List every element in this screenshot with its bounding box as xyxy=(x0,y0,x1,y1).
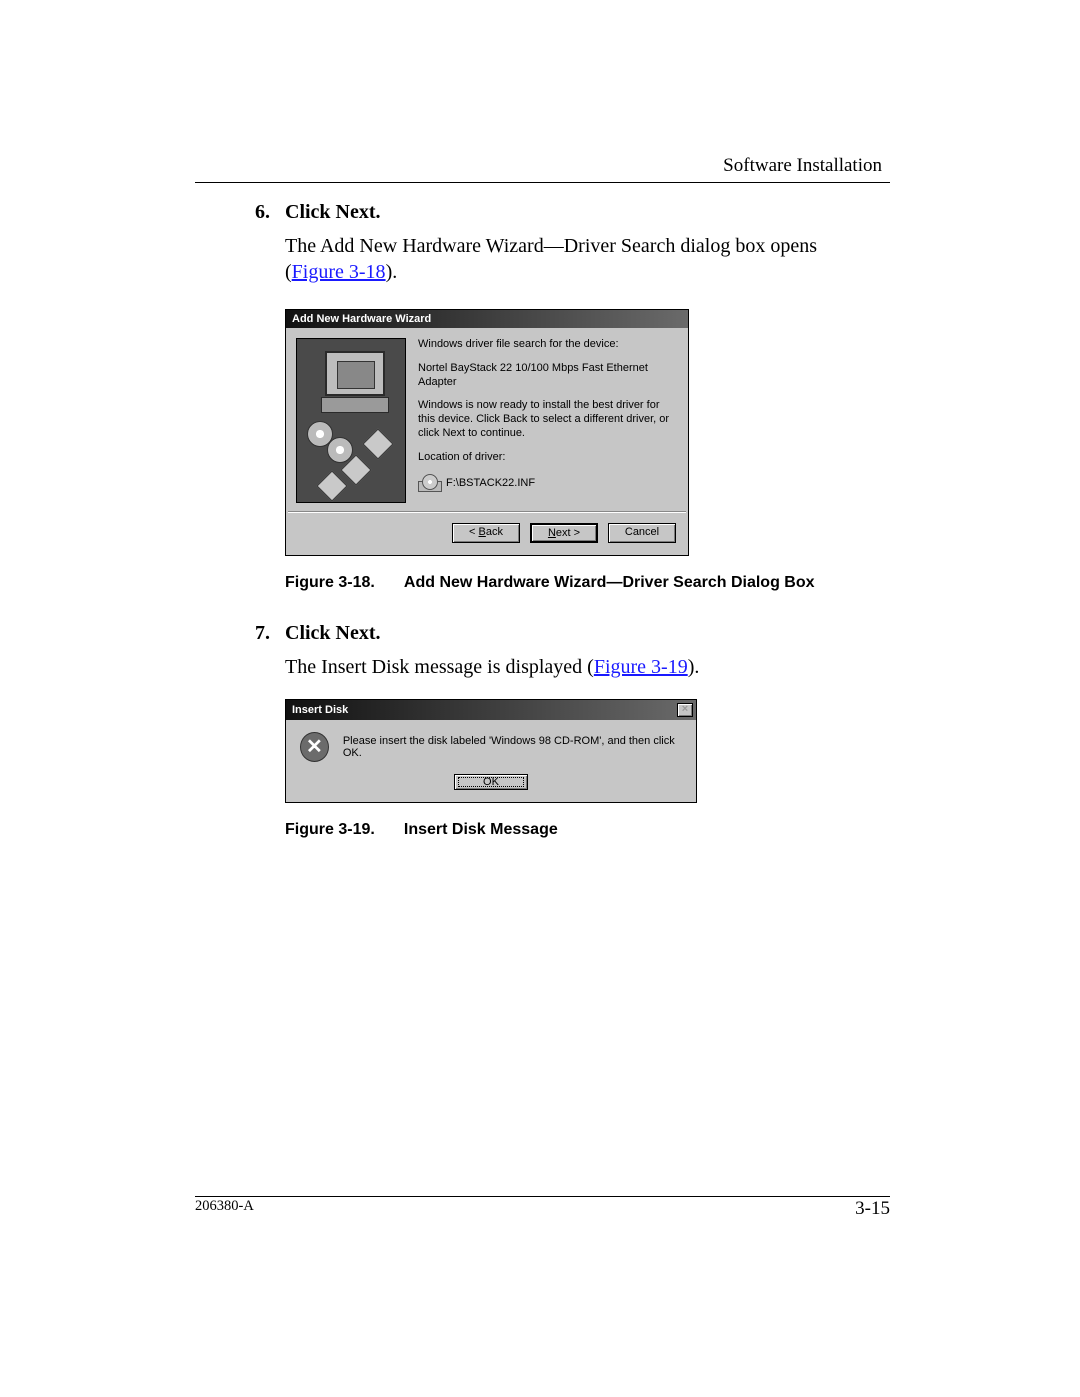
figure-3-19-link[interactable]: Figure 3-19 xyxy=(594,656,688,678)
footer-docnum: 206380-A xyxy=(195,1198,254,1220)
footer-pagenum: 3-15 xyxy=(855,1198,890,1220)
add-new-hardware-wizard-dialog: Add New Hardware Wizard Windows driver f… xyxy=(285,309,689,556)
page-footer: 206380-A 3-15 xyxy=(195,1198,890,1220)
footer-rule xyxy=(195,1196,890,1197)
step-7-title: Click Next. xyxy=(285,622,381,645)
back-button[interactable]: < Back xyxy=(452,523,520,543)
wizard-device-name: Nortel BayStack 22 10/100 Mbps Fast Ethe… xyxy=(418,362,676,390)
step-7-body: The Insert Disk message is displayed (Fi… xyxy=(285,655,880,681)
wizard-content: Windows driver file search for the devic… xyxy=(418,338,676,503)
close-icon[interactable]: × xyxy=(677,703,693,717)
wizard-line-search: Windows driver file search for the devic… xyxy=(418,338,676,352)
step-6-heading: 6. Click Next. xyxy=(255,201,880,224)
header-rule xyxy=(195,182,890,183)
step-6-number: 6. xyxy=(255,201,285,224)
running-header: Software Installation xyxy=(195,155,890,177)
figure-3-18-caption: Figure 3-18. Add New Hardware Wizard—Dri… xyxy=(285,574,890,592)
cancel-button[interactable]: Cancel xyxy=(608,523,676,543)
msgbox-title-text: Insert Disk xyxy=(292,704,348,716)
ok-button[interactable]: OK xyxy=(454,774,528,790)
wizard-location-value: F:\BSTACK22.INF xyxy=(446,477,535,489)
wizard-clipart xyxy=(296,338,406,503)
msgbox-text: Please insert the disk labeled 'Windows … xyxy=(343,735,682,759)
figure-3-18-link[interactable]: Figure 3-18 xyxy=(292,261,386,283)
next-button[interactable]: Next > xyxy=(530,523,598,543)
wizard-location-label: Location of driver: xyxy=(418,451,676,465)
error-icon: ✕ xyxy=(300,732,329,762)
msgbox-titlebar: Insert Disk × xyxy=(286,700,696,720)
step-6-title: Click Next. xyxy=(285,201,381,224)
wizard-titlebar: Add New Hardware Wizard xyxy=(286,310,688,328)
figure-3-19-caption: Figure 3-19. Insert Disk Message xyxy=(285,821,890,839)
step-7-number: 7. xyxy=(255,622,285,645)
cd-drive-icon xyxy=(418,474,440,492)
insert-disk-dialog: Insert Disk × ✕ Please insert the disk l… xyxy=(285,699,697,803)
step-6-body: The Add New Hardware Wizard—Driver Searc… xyxy=(285,234,880,285)
wizard-instruction: Windows is now ready to install the best… xyxy=(418,399,676,440)
step-7-heading: 7. Click Next. xyxy=(255,622,880,645)
